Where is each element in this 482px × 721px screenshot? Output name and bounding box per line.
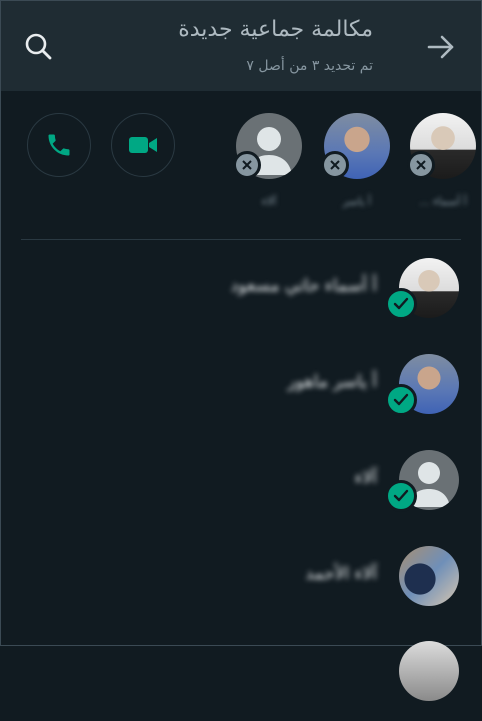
contact-row[interactable]	[1, 641, 481, 721]
contact-name: آلاء الأحمد	[305, 564, 378, 584]
selected-contact-name: أ ياسر	[342, 195, 372, 208]
selected-contact-chip[interactable]: أ ياسر	[321, 113, 391, 208]
search-icon	[25, 33, 52, 60]
avatar	[399, 546, 459, 606]
avatar	[399, 641, 459, 701]
remove-selected-button[interactable]	[407, 151, 435, 179]
phone-icon	[48, 134, 70, 156]
close-icon	[330, 160, 340, 170]
remove-selected-button[interactable]	[233, 151, 261, 179]
check-icon	[393, 393, 409, 406]
video-camera-icon	[129, 137, 157, 153]
video-call-button[interactable]	[111, 113, 175, 177]
selected-contact-chip[interactable]: أ أسماء ...	[407, 113, 477, 208]
arrow-forward-icon	[427, 35, 454, 59]
contact-name: أ ياسر ماهور	[287, 372, 377, 392]
selection-count: تم تحديد ٣ من أصل ٧	[246, 58, 373, 74]
check-icon	[393, 489, 409, 502]
contact-row[interactable]: أ ياسر ماهور	[1, 354, 481, 434]
contact-row[interactable]: آلاء	[1, 450, 481, 530]
selected-contact-name: أ أسماء ...	[419, 195, 467, 208]
selected-check-badge	[385, 384, 417, 416]
app-header: مكالمة جماعية جديدة تم تحديد ٣ من أصل ٧	[1, 1, 481, 91]
close-icon	[416, 160, 426, 170]
close-icon	[242, 160, 252, 170]
selected-contact-chip[interactable]: آلاء	[233, 113, 303, 208]
contact-name: أ أسماء حاتي مسعود	[230, 276, 377, 296]
voice-call-button[interactable]	[27, 113, 91, 177]
contact-name: آلاء	[354, 468, 377, 488]
back-button[interactable]	[425, 31, 457, 63]
divider	[21, 239, 461, 240]
contact-row[interactable]: أ أسماء حاتي مسعود	[1, 258, 481, 338]
check-icon	[393, 297, 409, 310]
selected-check-badge	[385, 288, 417, 320]
selected-check-badge	[385, 480, 417, 512]
contact-row[interactable]: آلاء الأحمد	[1, 546, 481, 626]
remove-selected-button[interactable]	[321, 151, 349, 179]
selected-contact-name: آلاء	[261, 195, 277, 208]
page-title: مكالمة جماعية جديدة	[178, 17, 373, 42]
search-button[interactable]	[21, 29, 57, 65]
